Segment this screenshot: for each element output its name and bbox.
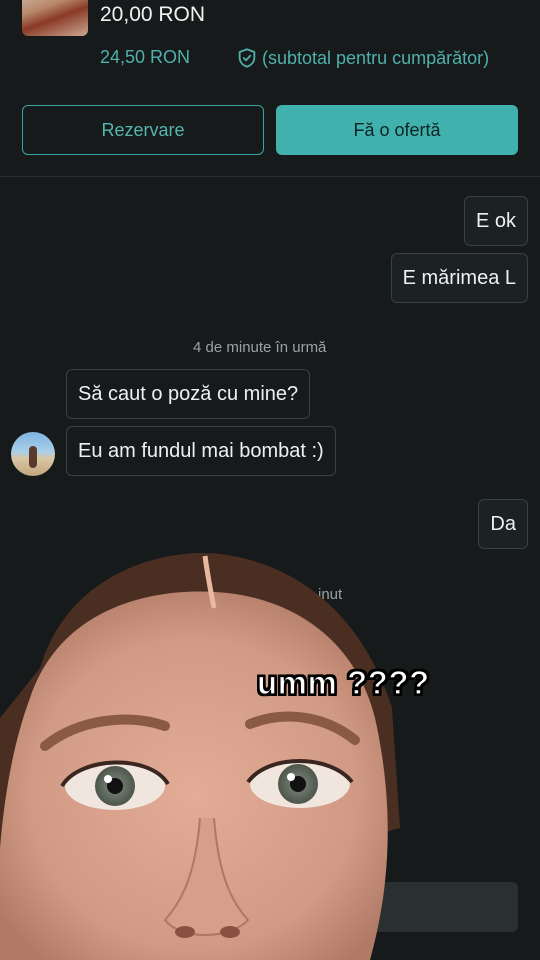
outgoing-message: Da [478,499,528,549]
outgoing-message: E ok [463,196,528,246]
product-price: 20,00 RON [100,3,206,26]
reserve-button[interactable]: Rezervare [22,105,264,155]
shield-check-icon [236,47,258,69]
make-offer-button[interactable]: Fă o ofertă [276,105,518,155]
buyer-protection-note[interactable]: (subtotal pentru cumpărător) [236,47,489,69]
buyer-protection-label: (subtotal pentru cumpărător) [262,47,490,68]
message-timestamp: 4 de minute în urmă [193,339,327,356]
header-divider [0,176,540,177]
product-thumbnail[interactable] [22,0,88,36]
incoming-message: Să caut o poză cu mine? [66,369,311,419]
incoming-message: Eu am fundul mai bombat :) [66,426,336,476]
sender-avatar[interactable] [11,432,55,476]
buyer-total-price: 24,50 RON [100,47,191,67]
video-caption: umm ???? [256,663,430,701]
outgoing-message: E mărimea L [390,253,528,303]
reaction-face-overlay [0,548,400,960]
